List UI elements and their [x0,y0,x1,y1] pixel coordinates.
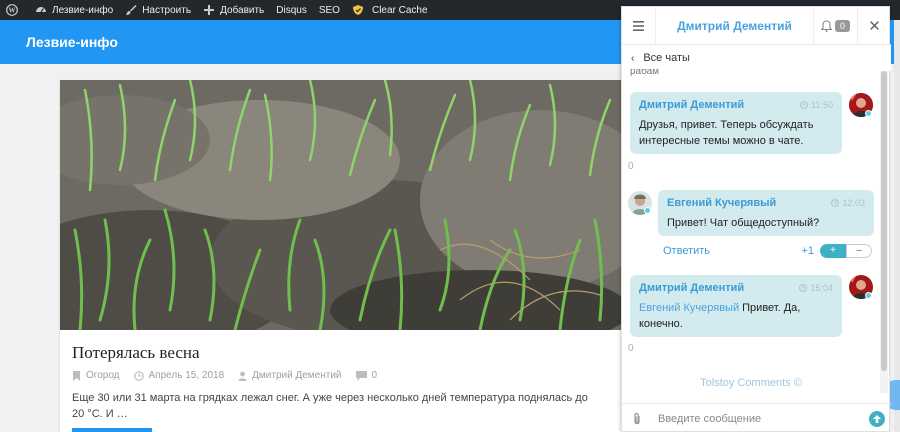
clear-cache-label: Clear Cache [371,4,428,16]
clock-icon [799,284,808,292]
online-status-dot [644,207,651,214]
seo-menu[interactable]: SEO [313,0,346,20]
clock-icon [831,199,840,207]
wordpress-menu[interactable]: W [0,0,29,20]
customize-label: Настроить [142,4,192,16]
shield-icon [352,4,364,16]
message-text: Друзья, привет. Теперь обсуждать интерес… [639,119,814,147]
message-text: Привет! Чат общедоступный? [667,217,820,229]
clock-icon [800,101,809,109]
disqus-menu[interactable]: Disqus [270,0,313,20]
message-vote-count: 0 [628,343,634,354]
chat-scrollbar-thumb[interactable] [881,71,887,371]
message-time: 12:03 [831,198,865,208]
dashboard-icon [35,4,47,16]
message-text: Евгений Кучерявый Привет. Да, конечно. [639,300,833,332]
paperclip-icon [634,412,640,424]
chat-panel: Дмитрий Дементий 0 ✕ ‹ Все чаты рабам Дм… [621,6,891,432]
clock-icon [133,370,144,381]
send-button[interactable] [863,410,891,427]
post-comments[interactable]: 0 [355,370,378,381]
message-time-label: 11:50 [811,100,833,110]
chevron-left-icon: ‹ [631,52,635,64]
menu-button[interactable] [622,6,656,45]
new-content-label: Добавить [220,4,265,16]
bell-icon [820,19,832,32]
mention-link[interactable]: Евгений Кучерявый [639,302,739,314]
truncated-message: рабам [630,69,660,77]
site-title[interactable]: Лезвие-инфо [26,34,118,50]
read-more-button[interactable] [72,428,152,432]
post-category-label: Огород [86,370,120,381]
message-time-label: 12:03 [842,198,865,208]
notifications-count: 0 [834,19,850,32]
upvote-button[interactable]: + [820,244,846,258]
message-bubble: Дмитрий Дементий 11:50 Друзья, привет. Т… [630,92,842,154]
hamburger-icon [633,20,644,31]
new-content-menu[interactable]: Добавить [197,0,270,20]
post-comments-count: 0 [371,370,378,381]
chat-header: Дмитрий Дементий 0 ✕ [622,6,891,45]
message-time: 11:50 [800,100,833,110]
post-date-label: Апрель 15, 2018 [148,370,225,381]
message-vote-count: 0 [628,161,634,172]
post-author[interactable]: Дмитрий Дементий [238,370,342,381]
close-icon: ✕ [868,17,881,35]
send-icon [869,410,885,427]
post-category[interactable]: Огород [72,370,120,381]
back-to-chats-label: Все чаты [643,52,690,64]
post-excerpt: Еще 30 или 31 марта на грядках лежал сне… [72,392,588,420]
vote-score: +1 [801,245,814,257]
message-time-label: 15:04 [810,283,833,293]
site-name-menu[interactable]: Лезвие-инфо [29,0,119,20]
post-meta: Огород Апрель 15, 2018 Дмитрий Дементий … [72,370,391,381]
brush-icon [125,4,137,16]
disqus-label: Disqus [276,4,307,16]
downvote-button[interactable]: – [846,244,872,258]
vote-controls: +1 + – [801,244,872,258]
message-composer [622,403,891,432]
message-bubble: Евгений Кучерявый 12:03 Привет! Чат обще… [658,190,874,236]
bookmark-icon [73,370,80,381]
clear-cache-menu[interactable]: Clear Cache [346,0,434,20]
post-title[interactable]: Потерялась весна [72,343,200,363]
plus-icon [203,4,215,16]
attach-button[interactable] [622,412,652,426]
post-author-label: Дмитрий Дементий [252,370,342,381]
site-name-label: Лезвие-инфо [52,4,114,16]
post-card: Потерялась весна Огород Апрель 15, 2018 … [60,80,622,432]
tolstoy-comments-link[interactable]: Tolstoy Comments © [622,377,880,389]
online-status-dot [865,110,872,117]
svg-text:W: W [9,7,16,15]
chat-current-user[interactable]: Дмитрий Дементий [656,19,813,33]
page-scrollbar[interactable] [894,20,900,432]
seo-label: SEO [318,4,340,16]
post-date: Апрель 15, 2018 [133,370,225,381]
chat-scrollbar[interactable] [880,71,888,393]
comment-icon [355,370,367,381]
message-time: 15:04 [799,283,833,293]
message-input[interactable] [652,412,863,425]
customize-menu[interactable]: Настроить [119,0,197,20]
user-icon [238,371,247,381]
close-chat-button[interactable]: ✕ [857,6,891,45]
message-bubble: Дмитрий Дементий 15:04 Евгений Кучерявый… [630,275,842,337]
post-featured-image[interactable] [60,80,622,330]
message-actions: Ответить +1 + – [663,243,872,259]
notifications-button[interactable]: 0 [813,6,857,45]
back-to-chats[interactable]: ‹ Все чаты [622,45,891,71]
reply-button[interactable]: Ответить [663,245,710,257]
online-status-dot [865,292,872,299]
wordpress-icon: W [6,4,18,16]
